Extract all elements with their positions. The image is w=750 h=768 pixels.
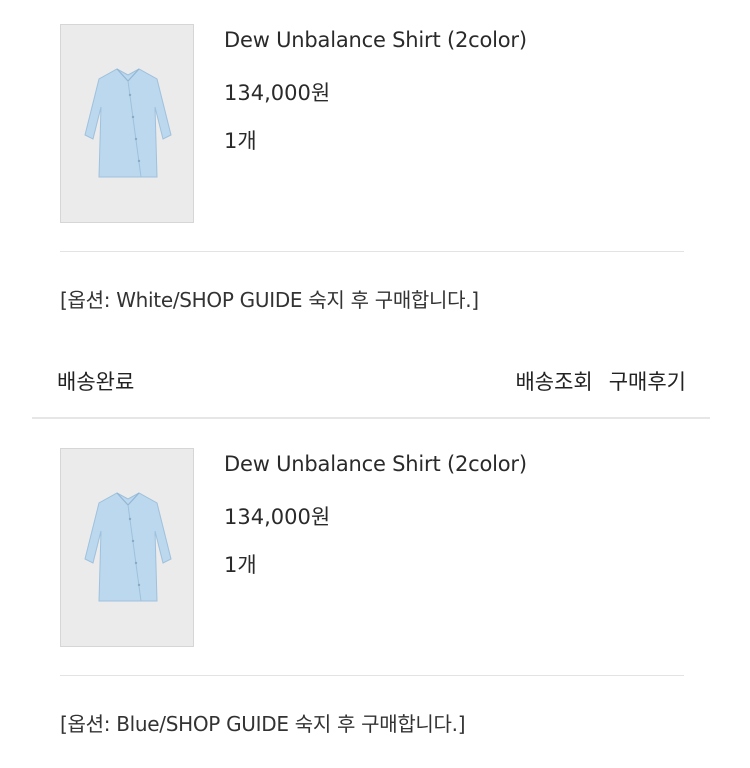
product-quantity: 1개 [224, 129, 257, 153]
delivery-status: 배송완료 [57, 370, 135, 394]
order-actions: 배송조회 구매후기 [515, 366, 686, 396]
product-thumbnail[interactable] [60, 24, 194, 223]
product-price: 134,000원 [224, 505, 331, 529]
order-status-row: 배송완료 배송조회 구매후기 [0, 362, 750, 402]
divider [60, 251, 684, 252]
write-review-button[interactable]: 구매후기 [609, 370, 686, 394]
shirt-image [84, 492, 172, 602]
divider [60, 675, 684, 676]
track-delivery-button[interactable]: 배송조회 [515, 370, 592, 394]
shirt-image [84, 68, 172, 178]
product-option: [옵션: White/SHOP GUIDE 숙지 후 구매합니다.] [60, 288, 479, 312]
product-quantity: 1개 [224, 553, 257, 577]
product-price: 134,000원 [224, 81, 331, 105]
section-divider [32, 417, 710, 419]
product-name[interactable]: Dew Unbalance Shirt (2color) [224, 452, 527, 476]
product-option: [옵션: Blue/SHOP GUIDE 숙지 후 구매합니다.] [60, 712, 466, 736]
product-thumbnail[interactable] [60, 448, 194, 647]
product-name[interactable]: Dew Unbalance Shirt (2color) [224, 28, 527, 52]
